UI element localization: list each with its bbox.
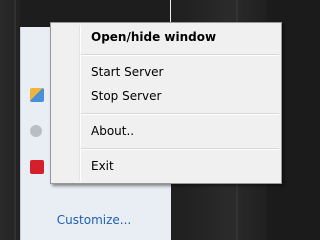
tray-context-menu: Open/hide window Start Server Stop Serve… (50, 22, 282, 184)
menu-separator (81, 113, 279, 115)
speaker-tray-icon[interactable] (30, 125, 42, 137)
menu-separator (81, 54, 279, 56)
menu-separator (81, 148, 279, 150)
menu-item-exit[interactable]: Exit (53, 155, 279, 177)
customize-link[interactable]: Customize... (24, 208, 164, 232)
menu-item-stop-server[interactable]: Stop Server (53, 85, 279, 107)
menu-item-start-server[interactable]: Start Server (53, 61, 279, 83)
menu-item-open-hide-window[interactable]: Open/hide window (53, 26, 279, 48)
red-tray-icon[interactable] (30, 160, 44, 174)
app-tray-icon[interactable] (30, 88, 44, 102)
menu-item-about[interactable]: About.. (53, 120, 279, 142)
desktop-divider (14, 0, 16, 240)
